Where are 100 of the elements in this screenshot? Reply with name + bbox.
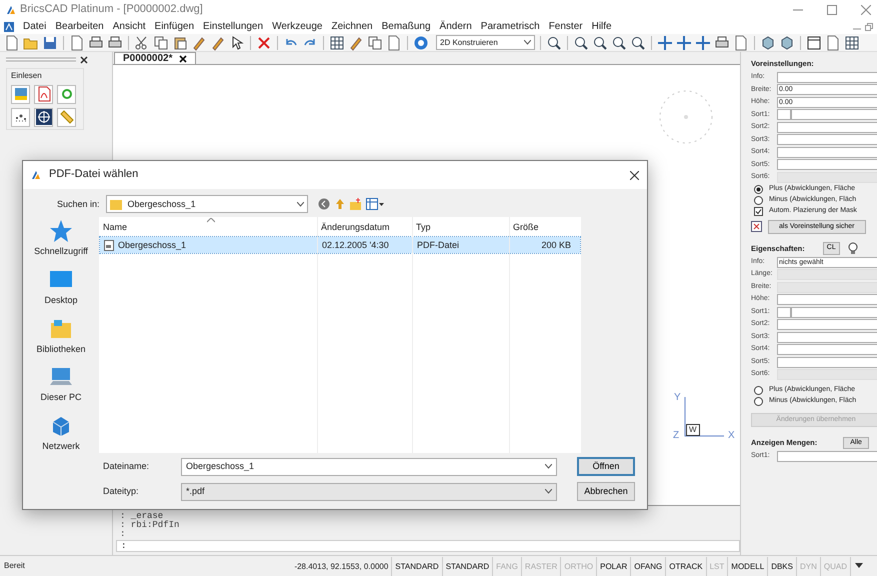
command-history-line: : _erase	[119, 512, 164, 521]
maximize-icon[interactable]	[827, 5, 837, 15]
column-header[interactable]: Größe	[509, 222, 574, 232]
menu-item[interactable]: Hilfe	[592, 21, 612, 33]
zoom-icon[interactable]	[592, 34, 608, 50]
tool-button[interactable]	[34, 108, 53, 127]
tool-button[interactable]	[11, 108, 30, 127]
caret-icon[interactable]	[855, 563, 863, 569]
status-toggle[interactable]: OTRACK	[666, 556, 707, 576]
move-icon[interactable]	[657, 34, 673, 50]
panel-grip-icon[interactable]	[6, 57, 76, 63]
open-button[interactable]: Öffnen	[577, 457, 635, 476]
status-toggle[interactable]: POLAR	[597, 556, 632, 576]
dropdown-field[interactable]	[777, 451, 877, 462]
view-menu-icon[interactable]	[366, 198, 384, 210]
zoom-icon[interactable]	[573, 34, 589, 50]
copy-icon[interactable]	[367, 34, 383, 50]
status-toggle[interactable]: DBKS	[768, 556, 797, 576]
look-in-dropdown[interactable]: Obergeschoss_1	[106, 195, 308, 213]
column-header[interactable]: Änderungsdatum	[317, 222, 412, 232]
file-name: Obergeschoss_1	[118, 240, 186, 250]
menu-item[interactable]: Werkzeuge	[272, 21, 322, 33]
app-menu-icon[interactable]	[4, 22, 14, 32]
dropdown-field[interactable]	[777, 319, 877, 330]
help-icon[interactable]	[413, 34, 429, 50]
dialog-title: PDF-Datei wählen	[49, 168, 138, 182]
dropdown-field[interactable]	[791, 306, 877, 318]
cancel-button[interactable]: Abbrechen	[577, 482, 635, 501]
target-icon	[36, 109, 52, 126]
field-input[interactable]	[777, 306, 791, 318]
move-icon[interactable]	[695, 34, 711, 50]
axis-label: Y	[674, 393, 681, 403]
close-icon[interactable]	[630, 170, 639, 180]
dropdown-field[interactable]	[777, 332, 877, 343]
place-label: Desktop	[44, 294, 78, 306]
file-name-field[interactable]: Obergeschoss_1	[181, 458, 557, 476]
status-toggle[interactable]: STANDARD	[442, 556, 494, 576]
radio-button[interactable]	[754, 184, 763, 194]
status-toggle[interactable]: MODELL	[728, 556, 768, 576]
bulb-icon[interactable]	[848, 242, 858, 254]
new-folder-icon[interactable]	[350, 198, 362, 210]
status-toggle[interactable]: OFANG	[631, 556, 666, 576]
menu-item[interactable]: Einfügen	[154, 21, 194, 33]
printer-icon[interactable]	[714, 34, 730, 50]
checkbox[interactable]	[754, 206, 763, 216]
document-tab[interactable]: P0000002*	[114, 52, 196, 64]
menu-item[interactable]: Bearbeiten	[55, 21, 104, 33]
file-type-dropdown[interactable]: *.pdf	[181, 482, 557, 500]
menu-item[interactable]: Bemaßung	[382, 21, 431, 33]
copy-icon[interactable]	[153, 34, 169, 50]
table-icon[interactable]	[844, 34, 860, 50]
print-icon[interactable]	[88, 34, 104, 50]
save-icon[interactable]	[42, 34, 58, 50]
dropdown-field[interactable]	[777, 159, 877, 170]
window-icon[interactable]	[806, 34, 822, 50]
file-row[interactable]: Obergeschoss_1 02.12.2005 '4:30 PDF-Datei 200 KB	[100, 237, 580, 253]
menu-item[interactable]: Datei	[23, 21, 46, 33]
column-header[interactable]: Typ	[412, 222, 509, 232]
column-header[interactable]: Name	[99, 222, 317, 232]
delete-icon[interactable]	[256, 34, 272, 50]
menu-item[interactable]: Einstellungen	[203, 21, 264, 33]
menu-item[interactable]: Parametrisch	[480, 21, 540, 33]
app-logo-icon	[31, 170, 41, 180]
radio-button[interactable]	[754, 386, 763, 395]
paste-icon[interactable]	[172, 34, 188, 50]
table-icon[interactable]	[329, 34, 345, 50]
file-type: PDF-Datei	[416, 240, 460, 250]
dropdown-field[interactable]	[791, 109, 877, 120]
close-icon[interactable]	[80, 56, 88, 64]
menu-item[interactable]: Zeichnen	[331, 21, 373, 33]
close-icon[interactable]	[178, 54, 186, 62]
plot-icon[interactable]	[107, 34, 123, 50]
dropdown-field[interactable]	[777, 344, 877, 356]
radio-button[interactable]	[754, 196, 763, 204]
menu-item[interactable]: Ändern	[440, 21, 472, 33]
zoom-icon[interactable]	[546, 34, 562, 50]
status-toggle[interactable]: STANDARD	[392, 556, 443, 576]
restore-icon[interactable]	[865, 23, 873, 31]
input-field[interactable]	[777, 72, 877, 83]
command-input[interactable]: :	[116, 540, 740, 552]
tool-button[interactable]	[34, 84, 53, 104]
menu-item[interactable]: Fenster	[548, 21, 583, 33]
back-icon[interactable]	[318, 198, 330, 210]
star-icon	[49, 219, 73, 243]
workspace-dropdown[interactable]: 2D Konstruieren	[436, 35, 535, 50]
radio-button[interactable]	[754, 396, 763, 406]
axis-label: Z	[673, 431, 680, 441]
dropdown-field[interactable]	[777, 356, 877, 368]
dropdown-field[interactable]	[777, 122, 877, 133]
place-label: Dieser PC	[40, 392, 82, 404]
zoom-icon[interactable]	[630, 34, 646, 50]
dropdown-field[interactable]	[777, 146, 877, 158]
folder-icon	[110, 198, 122, 210]
dropdown-field[interactable]	[777, 134, 877, 146]
move-icon[interactable]	[676, 34, 692, 50]
input-field[interactable]	[777, 294, 877, 306]
field-input[interactable]	[777, 109, 791, 120]
coordinates: -28.4013, 92.1553, 0.0000	[291, 556, 392, 576]
zoom-icon[interactable]	[611, 34, 627, 50]
menu-item[interactable]: Ansicht	[112, 21, 146, 33]
